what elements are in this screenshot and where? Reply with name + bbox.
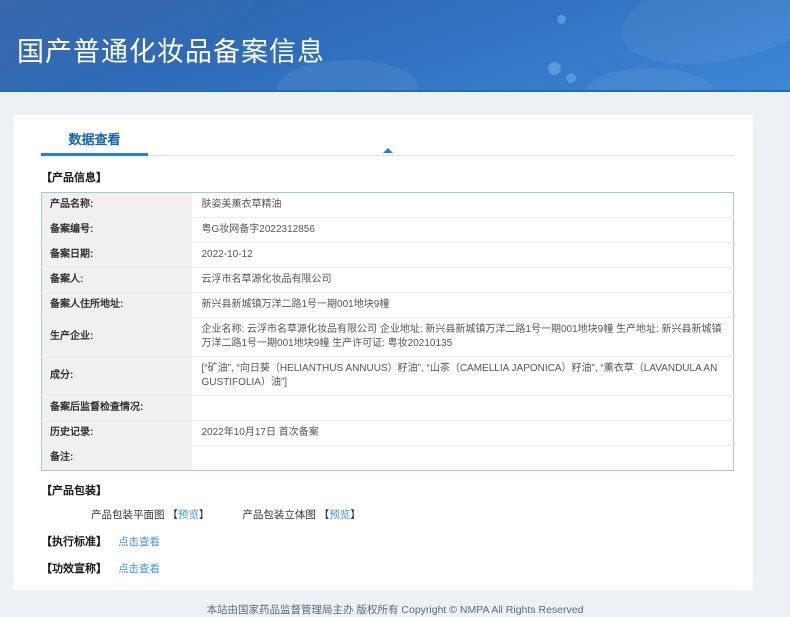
packaging-links-row: 产品包装平面图 【预览】 产品包装立体图 【预览】: [91, 507, 734, 522]
packaging-flat-label: 产品包装平面图: [91, 509, 165, 521]
packaging-stereo-label: 产品包装立体图: [242, 509, 316, 521]
packaging-flat-preview-link[interactable]: 预览: [178, 509, 199, 521]
table-row: 备案人: 云浮市名草源化妆品有限公司: [41, 267, 734, 293]
row-value: 肤姿美薰衣草精油: [191, 192, 734, 218]
table-row: 生产企业: 企业名称: 云浮市名草源化妆品有限公司 企业地址: 新兴县新城镇万洋…: [41, 317, 734, 357]
packaging-flat-item: 产品包装平面图 【预览】: [91, 509, 212, 521]
standard-title: 【执行标准】: [41, 536, 107, 548]
tab-active-arrow-icon: [382, 148, 393, 153]
tab-active-underline: [41, 153, 148, 156]
content-card: 数据查看 【产品信息】 产品名称: 肤姿美薰衣草精油 备案编号: 粤G妆网备字2…: [13, 115, 753, 590]
table-row: 备案后监督检查情况:: [41, 395, 734, 421]
packaging-stereo-preview-link[interactable]: 预览: [329, 509, 350, 521]
table-row: 历史记录: 2022年10月17日 首次备案: [41, 420, 734, 446]
table-row: 备案人住所地址: 新兴县新城镇万洋二路1号一期001地块9幢: [41, 292, 734, 318]
row-value: 云浮市名草源化妆品有限公司: [191, 267, 734, 293]
row-label: 成分:: [41, 356, 192, 396]
standard-row: 【执行标准】 点击查看: [41, 533, 734, 549]
product-info-table: 产品名称: 肤姿美薰衣草精油 备案编号: 粤G妆网备字2022312856 备案…: [41, 192, 734, 471]
page-footer: 本站由国家药品监督管理局主办 版权所有 Copyright © NMPA All…: [0, 598, 790, 617]
tab-data-view-label: 数据查看: [68, 132, 121, 147]
row-value: 2022-10-12: [191, 242, 734, 268]
table-row: 备注:: [41, 445, 734, 471]
header-decor-blob: [585, 68, 715, 90]
row-label: 历史记录:: [41, 420, 192, 446]
bracket-close: 】: [350, 509, 361, 521]
row-value: [191, 395, 734, 421]
row-label: 备案日期:: [41, 242, 192, 268]
row-value: 粤G妆网备字2022312856: [191, 217, 734, 243]
bracket-open: 【: [167, 509, 178, 521]
row-label: 产品名称:: [41, 192, 192, 218]
row-label: 备案编号:: [41, 217, 192, 243]
section-packaging-title: 【产品包装】: [41, 485, 107, 497]
table-row: 产品名称: 肤姿美薰衣草精油: [41, 192, 734, 218]
row-value: [“矿油”, “向日葵（HELIANTHUS ANNUUS）籽油”, “山茶（C…: [191, 356, 734, 396]
copyright-text: 本站由国家药品监督管理局主办 版权所有 Copyright © NMPA All…: [206, 604, 584, 616]
row-label: 备案后监督检查情况:: [41, 395, 192, 421]
bracket-close: 】: [198, 509, 210, 521]
row-value: 2022年10月17日 首次备案: [191, 420, 734, 446]
table-row: 备案日期: 2022-10-12: [41, 242, 734, 268]
table-row: 成分: [“矿油”, “向日葵（HELIANTHUS ANNUUS）籽油”, “…: [41, 356, 734, 396]
section-product-info-title: 【产品信息】: [41, 172, 107, 184]
tab-data-view[interactable]: 数据查看: [41, 115, 148, 156]
table-row: 备案编号: 粤G妆网备字2022312856: [41, 217, 734, 243]
row-label: 备案人住所地址:: [41, 292, 192, 318]
row-value: 企业名称: 云浮市名草源化妆品有限公司 企业地址: 新兴县新城镇万洋二路1号一期…: [191, 317, 734, 357]
page-header: 国产普通化妆品备案信息: [0, 0, 790, 92]
row-value: [191, 445, 734, 471]
row-value: 新兴县新城镇万洋二路1号一期001地块9幢: [191, 292, 734, 318]
efficacy-row: 【功效宣称】 点击查看: [41, 560, 734, 576]
packaging-stereo-item: 产品包装立体图 【预览】: [242, 509, 360, 521]
tab-bar: 数据查看: [41, 115, 734, 156]
page-title: 国产普通化妆品备案信息: [17, 37, 325, 67]
row-label: 备案人:: [41, 267, 192, 293]
efficacy-view-link[interactable]: 点击查看: [118, 563, 160, 575]
header-decor-dot: [566, 73, 576, 83]
row-label: 备注:: [41, 445, 192, 471]
row-label: 生产企业:: [41, 317, 192, 357]
bracket-open: 【: [318, 509, 330, 521]
efficacy-title: 【功效宣称】: [41, 563, 107, 575]
standard-view-link[interactable]: 点击查看: [118, 536, 160, 548]
